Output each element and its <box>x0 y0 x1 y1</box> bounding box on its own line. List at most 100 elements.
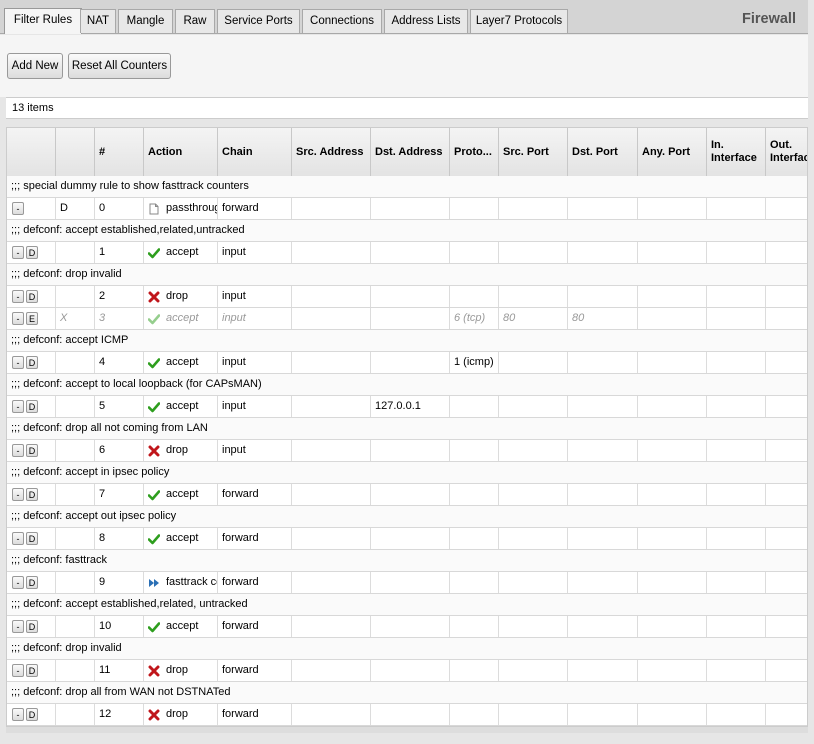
rule-protocol <box>450 484 499 505</box>
collapse-button[interactable]: - <box>12 663 24 677</box>
rule-number: 7 <box>95 484 144 505</box>
column-header-src-address[interactable]: Src. Address <box>292 128 371 176</box>
rule-flag <box>56 704 95 725</box>
rule-action-label: drop <box>166 708 189 720</box>
disable-button[interactable]: D <box>26 289 38 303</box>
collapse-button[interactable]: - <box>12 201 24 215</box>
rule-row[interactable]: - D 12 drop forward <box>7 704 807 726</box>
rule-action: drop <box>144 440 218 461</box>
document-icon <box>148 202 160 215</box>
collapse-button[interactable]: - <box>12 707 24 721</box>
disable-button[interactable]: D <box>26 531 38 545</box>
column-header-any-port[interactable]: Any. Port <box>638 128 707 176</box>
column-header-flags[interactable] <box>56 128 95 176</box>
rule-protocol <box>450 528 499 549</box>
rule-row[interactable]: - D 8 accept forward <box>7 528 807 550</box>
rule-src-address <box>292 286 371 307</box>
rule-chain: input <box>218 440 292 461</box>
disable-button[interactable]: D <box>26 619 38 633</box>
rule-in-interface <box>707 198 766 219</box>
rule-row[interactable]: -D 9 fasttrack connectionforward <box>7 572 807 594</box>
rule-number: 8 <box>95 528 144 549</box>
column-header-in-interface[interactable]: In. Interface <box>707 128 766 176</box>
disable-button[interactable]: D <box>26 575 38 589</box>
column-header-src-port[interactable]: Src. Port <box>499 128 568 176</box>
tab-address-lists[interactable]: Address Lists <box>384 9 468 33</box>
rule-dst-port <box>568 198 638 219</box>
column-header-number[interactable]: # <box>95 128 144 176</box>
rule-comment-row: ;;; defconf: drop all from WAN not DSTNA… <box>7 682 807 704</box>
collapse-button[interactable]: - <box>12 619 24 633</box>
disable-button[interactable]: D <box>26 399 38 413</box>
rule-dst-address <box>371 572 450 593</box>
disable-button[interactable]: D <box>26 707 38 721</box>
reset-all-counters-button[interactable]: Reset All Counters <box>68 53 171 79</box>
column-header-action[interactable]: Action <box>144 128 218 176</box>
check-icon <box>147 312 161 325</box>
tab-layer7-protocols[interactable]: Layer7 Protocols <box>470 9 568 33</box>
rule-row[interactable]: - D 7 accept forward <box>7 484 807 506</box>
disable-button[interactable]: D <box>26 245 38 259</box>
collapse-button[interactable]: - <box>12 575 24 589</box>
rule-row[interactable]: - D0 passthroughforward <box>7 198 807 220</box>
cross-icon <box>148 708 160 721</box>
rule-row[interactable]: - D 4 accept input 1 (icmp) <box>7 352 807 374</box>
collapse-button[interactable]: - <box>12 245 24 259</box>
tab-connections[interactable]: Connections <box>302 9 382 33</box>
collapse-button[interactable]: - <box>12 355 24 369</box>
rule-out-interface <box>766 396 807 417</box>
cross-icon <box>148 664 160 677</box>
rule-action-label: drop <box>166 290 189 302</box>
rule-action-label: drop <box>166 664 189 676</box>
rule-chain: forward <box>218 616 292 637</box>
rule-src-address <box>292 440 371 461</box>
collapse-button[interactable]: - <box>12 311 24 325</box>
rule-row[interactable]: - D 2 drop input <box>7 286 807 308</box>
rule-row[interactable]: - D 11 drop forward <box>7 660 807 682</box>
collapse-button[interactable]: - <box>12 531 24 545</box>
rule-src-port <box>499 198 568 219</box>
check-icon <box>147 488 161 501</box>
rule-row[interactable]: - D 6 drop input <box>7 440 807 462</box>
collapse-button[interactable]: - <box>12 399 24 413</box>
column-header-dst-address[interactable]: Dst. Address <box>371 128 450 176</box>
rule-row[interactable]: - D 10 accept forward <box>7 616 807 638</box>
column-header-protocol[interactable]: Proto... <box>450 128 499 176</box>
rule-src-address <box>292 308 371 329</box>
rule-chain: forward <box>218 572 292 593</box>
column-header-chain[interactable]: Chain <box>218 128 292 176</box>
disable-button[interactable]: D <box>26 355 38 369</box>
column-header-buttons[interactable] <box>7 128 56 176</box>
rule-chain: forward <box>218 528 292 549</box>
rule-in-interface <box>707 286 766 307</box>
tab-service-ports[interactable]: Service Ports <box>217 9 300 33</box>
rule-comment-row: ;;; defconf: accept established,related,… <box>7 594 807 616</box>
disable-button[interactable]: D <box>26 487 38 501</box>
disabled-rule-row[interactable]: - E X 3 accept input 6 (tcp) 80 80 <box>7 308 807 330</box>
disable-button[interactable]: D <box>26 443 38 457</box>
column-header-out-interface[interactable]: Out. Interface <box>766 128 807 176</box>
tab-raw[interactable]: Raw <box>175 9 215 33</box>
rule-src-port <box>499 528 568 549</box>
rule-dst-port <box>568 528 638 549</box>
rule-action-label: accept <box>166 620 199 632</box>
rule-row[interactable]: - D 1 accept input <box>7 242 807 264</box>
check-icon <box>147 356 161 369</box>
collapse-button[interactable]: - <box>12 487 24 501</box>
rule-any-port <box>638 528 707 549</box>
collapse-button[interactable]: - <box>12 289 24 303</box>
enable-button[interactable]: E <box>26 311 38 325</box>
tab-filter-rules[interactable]: Filter Rules <box>4 8 82 34</box>
rule-src-port: 80 <box>499 308 568 329</box>
rule-row[interactable]: - D 5 accept input 127.0.0.1 <box>7 396 807 418</box>
rule-number: 2 <box>95 286 144 307</box>
add-new-button[interactable]: Add New <box>7 53 63 79</box>
tab-mangle[interactable]: Mangle <box>118 9 173 33</box>
rule-out-interface <box>766 440 807 461</box>
column-header-dst-port[interactable]: Dst. Port <box>568 128 638 176</box>
rule-protocol: 6 (tcp) <box>450 308 499 329</box>
rule-dst-port <box>568 242 638 263</box>
disable-button[interactable]: D <box>26 663 38 677</box>
collapse-button[interactable]: - <box>12 443 24 457</box>
tab-nat[interactable]: NAT <box>80 9 116 33</box>
